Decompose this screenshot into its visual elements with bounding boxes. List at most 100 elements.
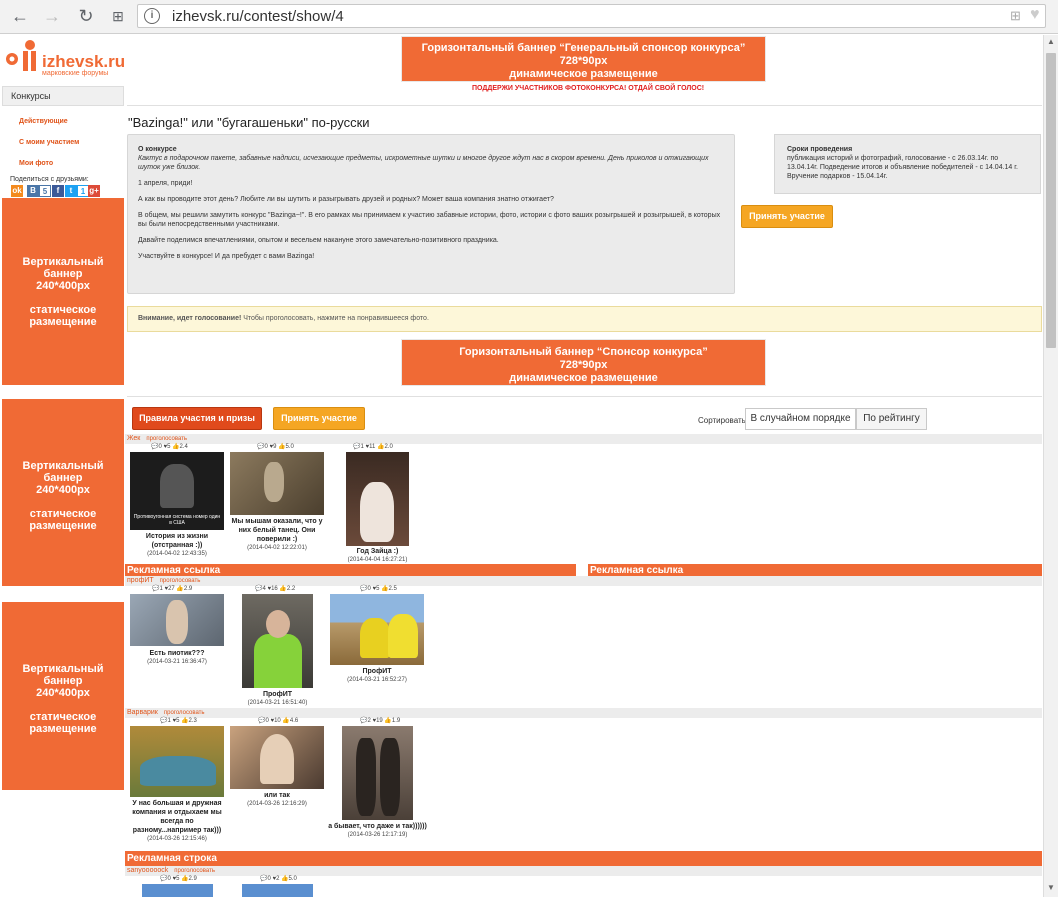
forward-icon[interactable]: → bbox=[40, 5, 64, 27]
scrollbar-thumb[interactable] bbox=[1046, 53, 1056, 348]
photo-date: (2014-03-26 12:16:29) bbox=[247, 801, 307, 807]
about-text: В общем, мы решили замутить конкурс "Baz… bbox=[138, 212, 721, 228]
participate-button[interactable]: Принять участие bbox=[741, 205, 833, 228]
support-text: ПОДДЕРЖИ УЧАСТНИКОВ ФОТОКОНКУРСА! ОТДАЙ … bbox=[472, 85, 705, 92]
sort-label: Сортировать: bbox=[698, 416, 749, 425]
heart-icon[interactable]: ♥ bbox=[1030, 6, 1040, 24]
share-label: Поделиться с друзьями: bbox=[10, 176, 89, 183]
photo-date: (2014-03-21 16:36:47) bbox=[147, 659, 207, 665]
sidebar-header[interactable]: Конкурсы bbox=[2, 86, 124, 106]
ad-row[interactable]: Рекламная строка bbox=[125, 851, 1042, 866]
participate-button-2[interactable]: Принять участие bbox=[273, 407, 365, 430]
photo-caption: У нас большая и дружная компания и отдых… bbox=[132, 800, 222, 834]
photo-image[interactable] bbox=[230, 452, 324, 515]
banner-text: Горизонтальный баннер “Спонсор конкурса” bbox=[459, 346, 708, 358]
logo-icon bbox=[6, 40, 36, 71]
photo-stats: 💬2 ♥19 👍1.9 bbox=[360, 718, 401, 724]
vote-link[interactable]: проголосовать bbox=[160, 578, 201, 584]
photo-image[interactable] bbox=[242, 884, 313, 897]
vertical-banner[interactable]: Вертикальный баннер 240*400px статическо… bbox=[2, 602, 124, 790]
banner-text: Горизонтальный баннер “Генеральный спонс… bbox=[421, 42, 746, 54]
about-text: 1 апреля, приди! bbox=[138, 180, 193, 187]
vertical-banner[interactable]: Вертикальный баннер 240*400px статическо… bbox=[2, 198, 124, 385]
sort-random-button[interactable]: В случайном порядке bbox=[745, 408, 856, 430]
sidebar-item-active[interactable]: Действующие bbox=[19, 118, 68, 125]
banner-text: Вертикальный баннер bbox=[22, 460, 104, 484]
rules-button[interactable]: Правила участия и призы bbox=[132, 407, 262, 430]
photo-caption: Год Зайца :) bbox=[356, 548, 399, 555]
about-heading: О конкурсе bbox=[138, 146, 177, 153]
user-link[interactable]: Жек bbox=[127, 435, 140, 442]
voting-notice: Внимание, идет голосование! Чтобы прогол… bbox=[127, 306, 1042, 332]
photo-date: (2014-03-26 12:15:46) bbox=[147, 836, 207, 842]
photo-stats: 💬1 ♥5 👍2.3 bbox=[160, 718, 197, 724]
site-logo[interactable]: izhevsk.ru марковские форумы bbox=[4, 39, 125, 79]
photo-image[interactable] bbox=[330, 594, 424, 665]
banner-text: 240*400px bbox=[36, 280, 90, 292]
photo-date: (2014-04-02 12:43:35) bbox=[147, 551, 207, 557]
facebook-icon[interactable]: f bbox=[52, 185, 64, 197]
about-box: О конкурсе Кактус в подарочном пакете, з… bbox=[127, 134, 735, 294]
dates-text: публикация историй и фотографий, голосов… bbox=[787, 155, 1018, 180]
middle-banner[interactable]: Горизонтальный баннер “Спонсор конкурса”… bbox=[401, 339, 766, 386]
back-icon[interactable]: ← bbox=[8, 5, 32, 27]
vk-count: 5 bbox=[39, 185, 51, 197]
vk-icon[interactable]: В bbox=[27, 185, 39, 197]
vertical-banner[interactable]: Вертикальный баннер 240*400px статическо… bbox=[2, 399, 124, 586]
photo-stats: 💬1 ♥27 👍2.9 bbox=[152, 586, 193, 592]
sort-rating-button[interactable]: По рейтингу bbox=[856, 408, 927, 430]
twitter-icon[interactable]: t bbox=[65, 185, 77, 197]
banner-text: размещение bbox=[29, 520, 97, 532]
photo-stats: 💬0 ♥9 👍5.0 bbox=[257, 444, 294, 450]
sidebar-item-my-participation[interactable]: С моим участием bbox=[19, 139, 79, 146]
photo-image[interactable] bbox=[346, 452, 409, 546]
photo-image[interactable]: Противоугонная система номер один в США bbox=[130, 452, 224, 530]
banner-text: динамическое размещение bbox=[509, 372, 658, 384]
photo-stats: 💬0 ♥5 👍2.4 bbox=[151, 444, 188, 450]
photo-image[interactable] bbox=[342, 726, 413, 820]
photo-stats: 💬0 ♥5 👍2.9 bbox=[160, 876, 197, 882]
reload-icon[interactable]: ↻ bbox=[74, 5, 98, 27]
apps-icon[interactable]: ⊞ bbox=[106, 5, 130, 27]
photo-stats: 💬1 ♥11 👍2.0 bbox=[353, 444, 393, 450]
photo-stats: 💬0 ♥2 👍5.0 bbox=[260, 876, 297, 882]
scroll-up-icon[interactable]: ▲ bbox=[1047, 37, 1055, 46]
user-link[interactable]: Варварик bbox=[127, 709, 158, 716]
banner-text: статическое bbox=[29, 711, 97, 723]
user-link[interactable]: sanyooooock bbox=[127, 867, 168, 874]
user-link[interactable]: профИТ bbox=[127, 577, 154, 584]
photo-caption: Мы мышам оказали, что у них белый танец.… bbox=[231, 518, 323, 543]
top-banner[interactable]: Горизонтальный баннер “Генеральный спонс… bbox=[401, 36, 766, 82]
banner-text: Вертикальный баннер bbox=[22, 663, 104, 687]
photo-image[interactable] bbox=[242, 594, 313, 688]
notice-bold: Внимание, идет голосование! bbox=[138, 315, 242, 322]
ok-icon[interactable]: ok bbox=[11, 185, 23, 197]
vote-link[interactable]: проголосовать bbox=[164, 710, 205, 716]
address-bar[interactable]: i izhevsk.ru/contest/show/4 ⊞ ♥ bbox=[137, 4, 1046, 28]
banner-text: Вертикальный баннер bbox=[22, 256, 104, 280]
banner-text: размещение bbox=[29, 316, 97, 328]
logo-subtitle: марковские форумы bbox=[42, 70, 109, 77]
banner-text: динамическое размещение bbox=[509, 68, 658, 80]
photo-image[interactable] bbox=[130, 726, 224, 797]
page-scrollbar[interactable]: ▲ ▼ bbox=[1043, 35, 1058, 897]
gplus-icon[interactable]: g+ bbox=[88, 185, 100, 197]
sidebar-item-my-photos[interactable]: Мои фото bbox=[19, 160, 53, 167]
about-text: Участвуйте в конкурсе! И да пребудет с в… bbox=[138, 253, 315, 260]
info-icon[interactable]: i bbox=[144, 8, 160, 24]
url-text: izhevsk.ru/contest/show/4 bbox=[172, 8, 344, 25]
vote-link[interactable]: проголосовать bbox=[146, 436, 187, 442]
photo-image[interactable] bbox=[142, 884, 213, 897]
photo-image[interactable] bbox=[230, 726, 324, 789]
banner-text: 728*90px bbox=[559, 55, 608, 67]
scroll-down-icon[interactable]: ▼ bbox=[1047, 883, 1055, 892]
photo-caption: ПрофИТ bbox=[262, 691, 292, 698]
extension-icon[interactable]: ⊞ bbox=[1010, 8, 1021, 24]
notice-text: Чтобы проголосовать, нажмите на понравив… bbox=[241, 315, 429, 322]
photo-image[interactable] bbox=[130, 594, 224, 646]
vote-link[interactable]: проголосовать bbox=[174, 868, 215, 874]
photo-caption: или так bbox=[264, 792, 290, 799]
page-title: "Bazinga!" или "бугагашеньки" по-русски bbox=[128, 115, 370, 130]
browser-toolbar: ← → ↻ ⊞ i izhevsk.ru/contest/show/4 ⊞ ♥ bbox=[0, 0, 1058, 34]
divider bbox=[127, 396, 1042, 397]
